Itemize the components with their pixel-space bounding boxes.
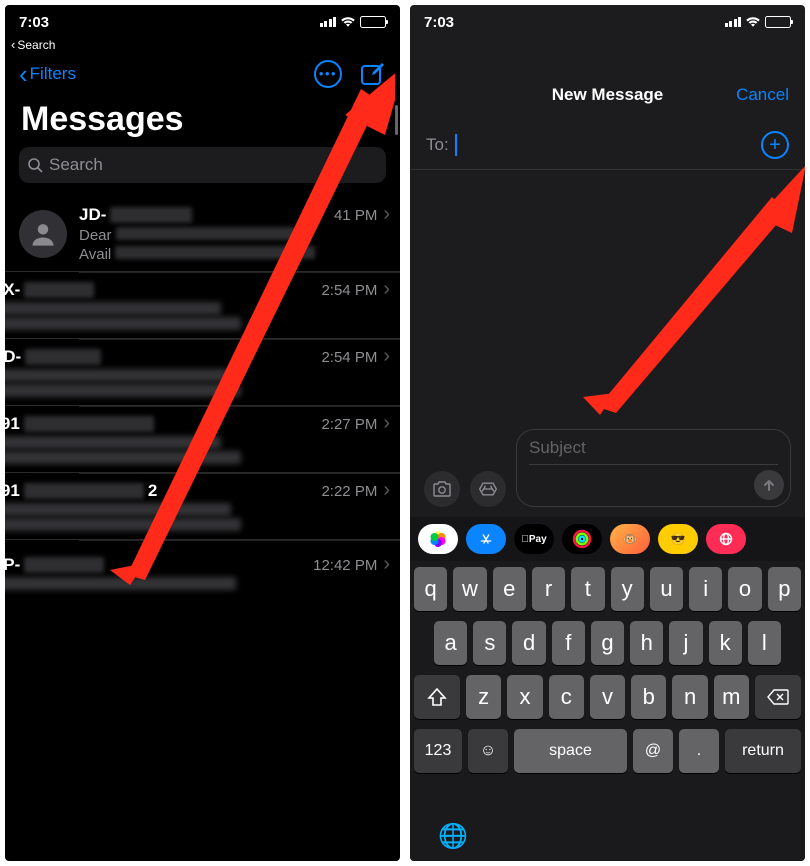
new-message-header: New Message Cancel: [410, 69, 805, 121]
app-hashtag-icon[interactable]: [706, 524, 746, 554]
key-space[interactable]: space: [514, 729, 627, 773]
key-s[interactable]: s: [473, 621, 506, 665]
app-memoji-icon[interactable]: 🐵: [610, 524, 650, 554]
key-f[interactable]: f: [552, 621, 585, 665]
battery-icon: [360, 16, 386, 28]
key-v[interactable]: v: [590, 675, 625, 719]
globe-icon[interactable]: 🌐: [438, 822, 468, 851]
new-message-title: New Message: [552, 85, 664, 105]
annotation-arrow: [580, 155, 805, 425]
left-screenshot: 7:03 ‹ Search ‹ Filters ••• Messages Sea…: [5, 5, 400, 861]
camera-icon[interactable]: [424, 471, 460, 507]
key-z[interactable]: z: [466, 675, 501, 719]
message-input[interactable]: Subject: [516, 429, 791, 507]
compose-area: Subject: [410, 429, 805, 515]
key-w[interactable]: w: [453, 567, 486, 611]
right-screenshot: 7:03 New Message Cancel To: + Subject: [410, 5, 805, 861]
key-b[interactable]: b: [631, 675, 666, 719]
key-p[interactable]: p: [768, 567, 801, 611]
key-e[interactable]: e: [493, 567, 526, 611]
key-m[interactable]: m: [714, 675, 749, 719]
app-appstore-icon[interactable]: [466, 524, 506, 554]
status-bar: 7:03: [410, 5, 805, 39]
status-bar: 7:03: [5, 5, 400, 39]
app-animoji-icon[interactable]: 😎: [658, 524, 698, 554]
key-c[interactable]: c: [549, 675, 584, 719]
wifi-icon: [745, 16, 761, 28]
key-o[interactable]: o: [728, 567, 761, 611]
filters-button[interactable]: ‹ Filters: [19, 64, 76, 84]
subject-placeholder: Subject: [529, 438, 778, 458]
text-cursor: [455, 134, 457, 156]
app-photos-icon[interactable]: [418, 524, 458, 554]
search-icon: [27, 157, 43, 173]
key-y[interactable]: y: [611, 567, 644, 611]
conversation-name: CP-: [5, 555, 104, 575]
key-emoji[interactable]: ☺: [468, 729, 508, 773]
app-strip[interactable]: Pay 🐵 😎: [410, 517, 805, 561]
status-time: 7:03: [424, 14, 454, 31]
app-activity-icon[interactable]: [562, 524, 602, 554]
send-icon[interactable]: [754, 470, 784, 500]
key-123[interactable]: 123: [414, 729, 462, 773]
to-label: To:: [426, 135, 449, 155]
annotation-arrow: [105, 65, 395, 595]
conversation-name: AD-: [5, 347, 101, 367]
key-h[interactable]: h: [630, 621, 663, 665]
status-right: [725, 16, 792, 28]
cancel-button[interactable]: Cancel: [736, 85, 789, 105]
search-placeholder: Search: [49, 155, 103, 175]
key-shift[interactable]: [414, 675, 460, 719]
scroll-indicator[interactable]: [395, 105, 398, 135]
avatar-icon: [19, 210, 67, 258]
battery-icon: [765, 16, 791, 28]
key-return[interactable]: return: [725, 729, 801, 773]
key-x[interactable]: x: [507, 675, 542, 719]
key-backspace[interactable]: [755, 675, 801, 719]
signal-icon: [725, 17, 742, 27]
back-to-search[interactable]: ‹ Search: [5, 37, 400, 52]
key-t[interactable]: t: [571, 567, 604, 611]
signal-icon: [320, 17, 337, 27]
key-a[interactable]: a: [434, 621, 467, 665]
key-d[interactable]: d: [512, 621, 545, 665]
status-right: [320, 16, 387, 28]
key-l[interactable]: l: [748, 621, 781, 665]
key-r[interactable]: r: [532, 567, 565, 611]
key-u[interactable]: u: [650, 567, 683, 611]
key-dot[interactable]: .: [679, 729, 719, 773]
keyboard[interactable]: qwertyuiop asdfghjkl zxcvbnm 123 ☺ space…: [410, 561, 805, 861]
wifi-icon: [340, 16, 356, 28]
key-q[interactable]: q: [414, 567, 447, 611]
apps-icon[interactable]: [470, 471, 506, 507]
key-at[interactable]: @: [633, 729, 673, 773]
key-i[interactable]: i: [689, 567, 722, 611]
key-k[interactable]: k: [709, 621, 742, 665]
key-j[interactable]: j: [669, 621, 702, 665]
key-n[interactable]: n: [672, 675, 707, 719]
status-time: 7:03: [19, 14, 49, 31]
conversation-name: AX-: [5, 280, 94, 300]
chevron-left-icon: ‹: [11, 37, 15, 52]
key-g[interactable]: g: [591, 621, 624, 665]
app-applepay-icon[interactable]: Pay: [514, 524, 554, 554]
